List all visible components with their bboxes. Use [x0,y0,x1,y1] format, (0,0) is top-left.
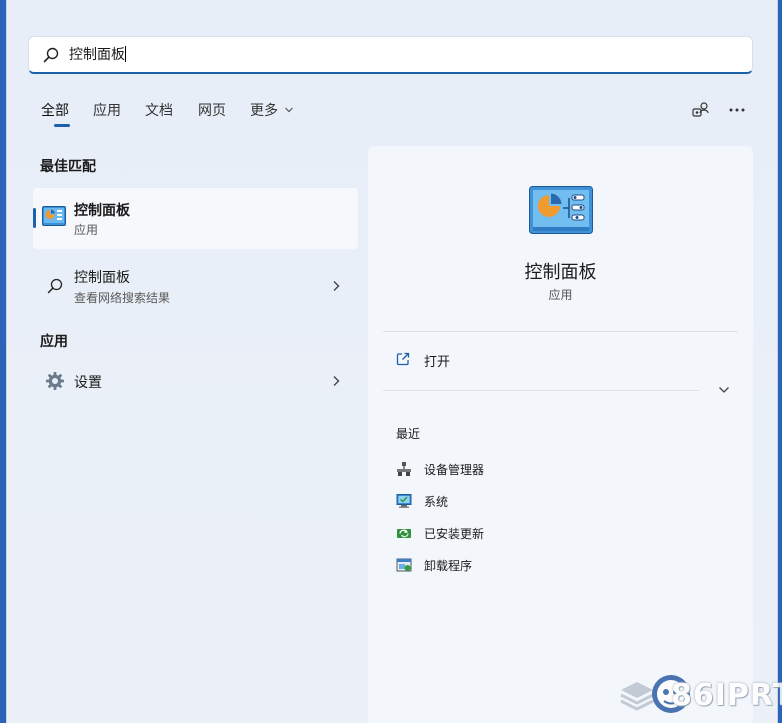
recent-item-label: 系统 [424,495,449,509]
detail-subtitle: 应用 [548,288,573,302]
settings-gear-icon [46,372,64,390]
recent-item-label: 卸载程序 [424,559,473,573]
recent-heading: 最近 [396,427,421,441]
control-panel-icon [529,186,593,234]
divider [383,331,738,332]
more-options-icon[interactable] [727,100,747,120]
best-match-result[interactable]: 控制面板 应用 [33,188,358,249]
app-result-settings[interactable]: 设置 [33,366,358,398]
search-icon [47,278,63,294]
expand-chevron-icon[interactable] [718,385,730,395]
best-match-subtitle: 应用 [74,223,99,237]
web-search-result[interactable]: 控制面板 查看网络搜索结果 [33,262,358,312]
apps-heading: 应用 [40,334,68,350]
search-panel: 控制面板 全部 应用 文档 网页 更多 最佳匹配 控制面板 应用 控制面板 查看… [6,0,782,723]
chevron-down-icon [285,107,294,113]
tab-apps[interactable]: 应用 [93,100,121,120]
search-input[interactable]: 控制面板 [28,36,753,74]
recent-item-label: 设备管理器 [424,463,485,477]
tab-more[interactable]: 更多 [250,100,294,120]
open-action-label: 打开 [424,355,451,370]
selection-indicator [33,208,36,228]
tab-more-label: 更多 [250,103,278,119]
device-manager-icon [397,462,411,476]
text-caret [125,46,126,62]
chevron-right-icon [333,376,340,386]
system-icon [396,494,412,508]
best-match-heading: 最佳匹配 [40,159,96,175]
recent-item-label: 已安装更新 [424,527,485,541]
open-action[interactable]: 打开 [383,346,738,376]
tab-all[interactable]: 全部 [41,100,69,120]
detail-title: 控制面板 [524,262,597,283]
tab-web[interactable]: 网页 [198,100,226,120]
detail-pane: 控制面板 应用 打开 最近 设备管理器 系统 已安装更新 卸载程序 [368,146,753,723]
best-match-title: 控制面板 [74,203,130,219]
control-panel-icon [42,206,66,226]
web-result-subtitle: 查看网络搜索结果 [74,291,171,305]
active-tab-indicator [54,124,70,127]
chevron-right-icon [333,281,340,291]
watermark-text: 86IPRT [671,678,782,713]
installed-updates-icon [397,529,411,538]
search-input-value: 控制面板 [69,47,125,63]
search-icon [43,47,59,63]
divider [383,390,699,391]
web-result-title: 控制面板 [74,270,130,286]
app-result-title: 设置 [74,375,102,391]
open-external-icon [396,352,410,366]
site-watermark: 86IPRT [619,672,782,720]
tab-documents[interactable]: 文档 [145,100,173,120]
account-switch-icon[interactable] [691,100,711,120]
uninstall-program-icon [396,558,412,572]
